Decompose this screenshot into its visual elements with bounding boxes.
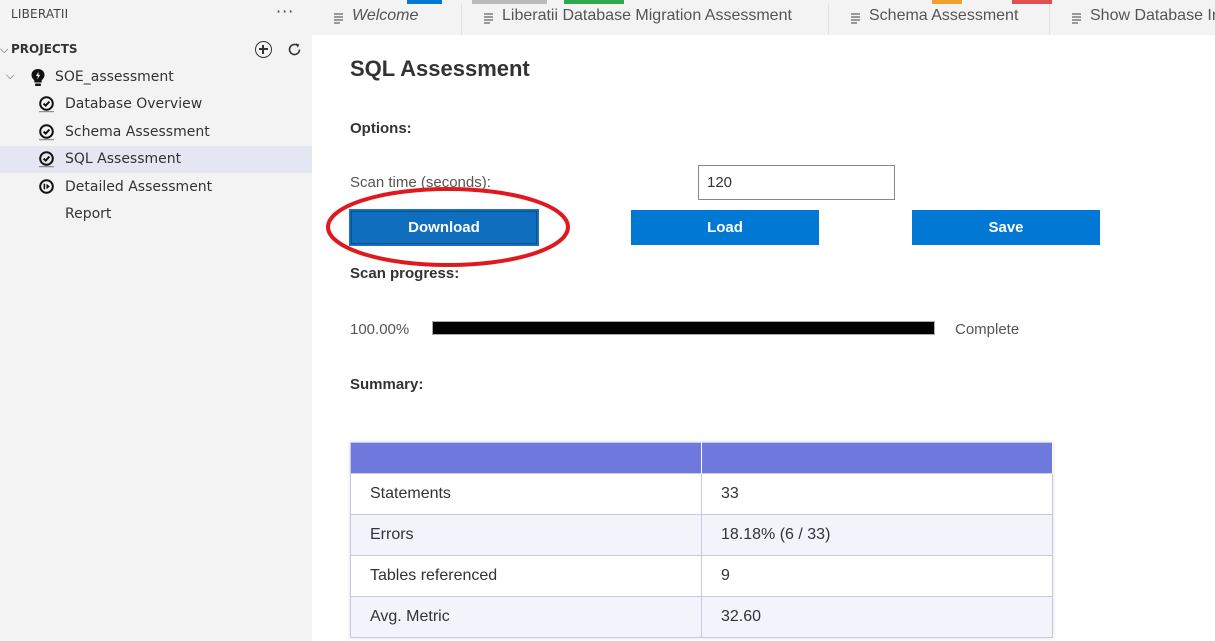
table-cell-value: 9 bbox=[701, 555, 1053, 597]
table-row: Avg. Metric 32.60 bbox=[350, 596, 1053, 638]
summary-label: Summary: bbox=[350, 376, 424, 393]
tree-item-project[interactable]: ⌵ SOE_assessment bbox=[0, 64, 312, 91]
tree-item-report[interactable]: Report bbox=[0, 201, 312, 228]
table-cell-label: Avg. Metric bbox=[350, 596, 702, 638]
progress-bar-fill bbox=[433, 322, 934, 334]
table-cell-label: Tables referenced bbox=[350, 555, 702, 597]
tree-item-label: Database Overview bbox=[65, 96, 203, 112]
summary-table: Statements 33 Errors 18.18% (6 / 33) Tab… bbox=[350, 442, 1053, 638]
table-cell-label: Errors bbox=[350, 514, 702, 556]
table-cell-value: 18.18% (6 / 33) bbox=[701, 514, 1053, 556]
document-icon bbox=[1072, 13, 1081, 24]
tab-label: Welcome bbox=[352, 7, 419, 24]
scan-time-input[interactable] bbox=[698, 165, 895, 200]
tree-item-label: Schema Assessment bbox=[65, 124, 210, 140]
tree-item-label: Detailed Assessment bbox=[65, 179, 213, 195]
check-circle-icon bbox=[39, 96, 54, 113]
play-circle-icon bbox=[39, 179, 54, 194]
project-name: SOE_assessment bbox=[55, 69, 174, 85]
table-row: Statements 33 bbox=[350, 473, 1053, 515]
table-cell-value: 32.60 bbox=[701, 596, 1053, 638]
scan-progress-label: Scan progress: bbox=[350, 265, 460, 282]
load-button[interactable]: Load bbox=[631, 210, 819, 245]
tab-label: Liberatii Database Migration Assessment bbox=[502, 7, 792, 24]
table-header-cell bbox=[350, 442, 702, 474]
tree-item-database-overview[interactable]: Database Overview bbox=[0, 91, 312, 118]
table-row: Tables referenced 9 bbox=[350, 555, 1053, 597]
tree-item-sql-assessment[interactable]: SQL Assessment bbox=[0, 146, 312, 173]
chevron-down-icon: ⌵ bbox=[0, 43, 9, 56]
check-circle-icon bbox=[39, 124, 54, 141]
tree-item-detailed-assessment[interactable]: Detailed Assessment bbox=[0, 174, 312, 201]
more-actions-icon[interactable]: ··· bbox=[276, 2, 294, 21]
tree-item-label: SQL Assessment bbox=[65, 151, 182, 167]
main-content: SQL Assessment Options: Scan time (secon… bbox=[312, 35, 1215, 641]
tab-migration-assessment[interactable]: Liberatii Database Migration Assessment bbox=[462, 4, 829, 35]
tree-item-schema-assessment[interactable]: Schema Assessment bbox=[0, 119, 312, 146]
refresh-icon[interactable] bbox=[286, 41, 303, 58]
page-title: SQL Assessment bbox=[350, 56, 530, 81]
tree-item-label: Report bbox=[65, 206, 112, 222]
chevron-down-icon: ⌵ bbox=[6, 69, 15, 82]
tab-welcome[interactable]: Welcome bbox=[312, 4, 462, 35]
progress-bar bbox=[432, 321, 935, 335]
tab-schema-assessment[interactable]: Schema Assessment bbox=[829, 4, 1050, 35]
tab-label: Show Database Info bbox=[1090, 7, 1215, 24]
sidebar: LIBERATII ··· ⌵ PROJECTS ⌵ SOE_assessmen… bbox=[0, 0, 312, 641]
options-label: Options: bbox=[350, 120, 412, 137]
document-icon bbox=[334, 13, 343, 24]
check-circle-icon bbox=[39, 151, 54, 168]
scan-time-label: Scan time (seconds): bbox=[350, 174, 491, 191]
document-icon bbox=[851, 13, 860, 24]
progress-percent: 100.00% bbox=[350, 321, 410, 338]
document-icon bbox=[484, 13, 493, 24]
editor-tab-bar: Welcome Liberatii Database Migration Ass… bbox=[312, 0, 1215, 35]
project-bulb-icon bbox=[31, 69, 45, 86]
save-button[interactable]: Save bbox=[912, 210, 1100, 245]
sidebar-title: LIBERATII bbox=[11, 7, 69, 21]
progress-status: Complete bbox=[955, 321, 1020, 338]
table-cell-label: Statements bbox=[350, 473, 702, 515]
table-header-row bbox=[350, 442, 1053, 474]
add-project-icon[interactable] bbox=[255, 41, 272, 58]
table-header-cell bbox=[701, 442, 1053, 474]
table-cell-value: 33 bbox=[701, 473, 1053, 515]
table-row: Errors 18.18% (6 / 33) bbox=[350, 514, 1053, 556]
projects-label: PROJECTS bbox=[11, 42, 78, 56]
download-button[interactable]: Download bbox=[349, 209, 539, 246]
tab-show-database-info[interactable]: Show Database Info bbox=[1050, 4, 1215, 35]
tab-label: Schema Assessment bbox=[869, 7, 1019, 24]
